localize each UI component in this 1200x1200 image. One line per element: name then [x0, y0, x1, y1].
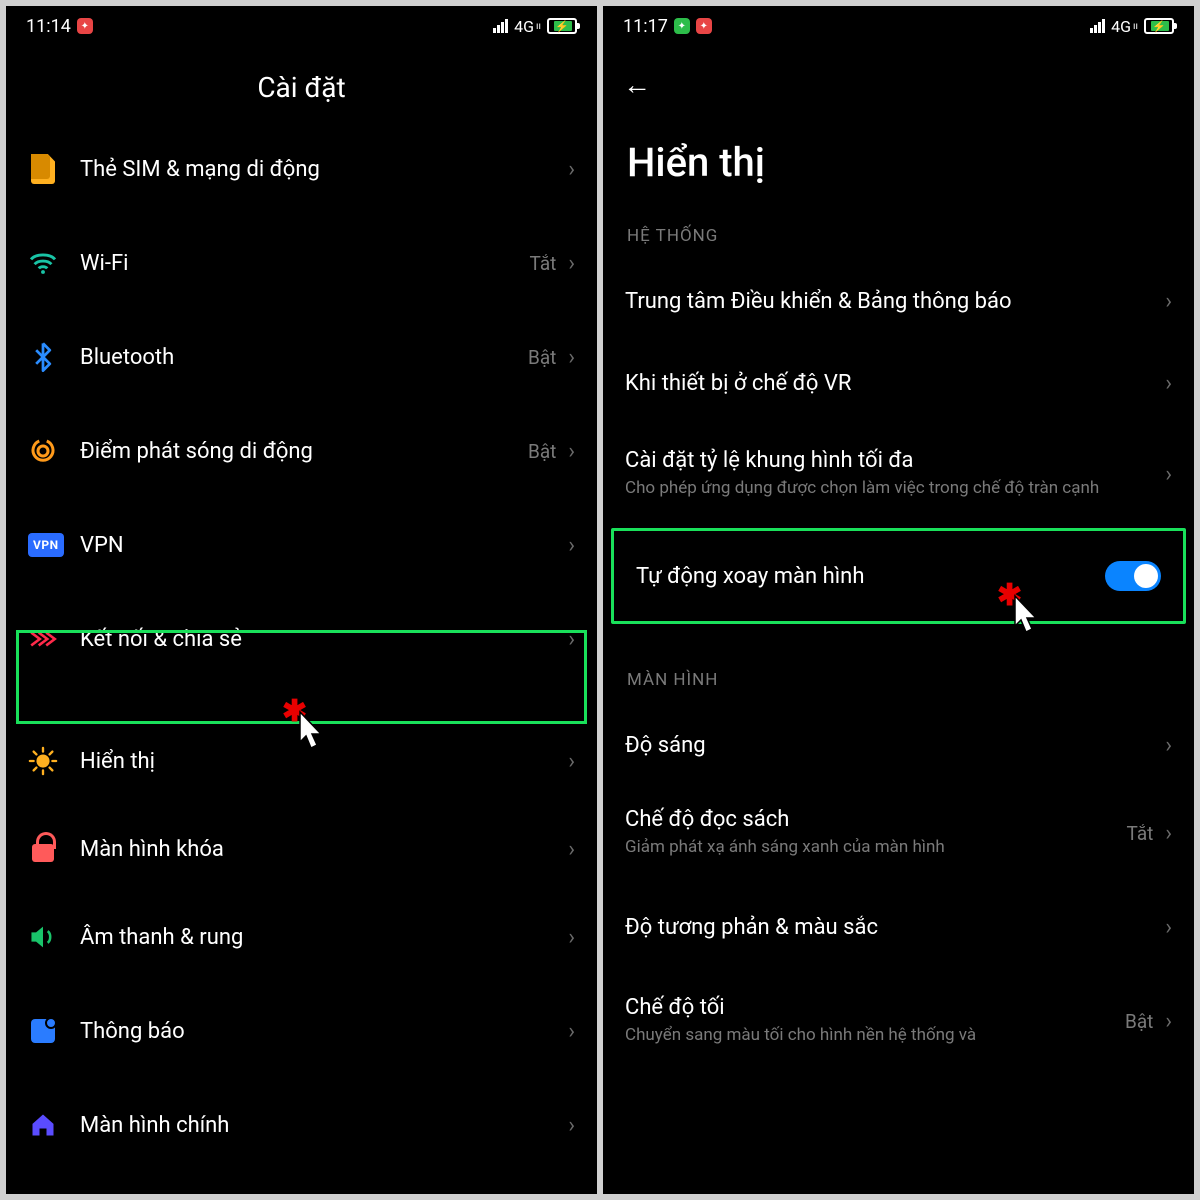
chevron-right-icon: ›	[568, 749, 575, 774]
chevron-right-icon: ›	[568, 251, 575, 276]
chevron-right-icon: ›	[568, 1113, 575, 1138]
page-title: Cài đặt	[6, 46, 597, 122]
lock-icon	[28, 834, 58, 864]
row-display[interactable]: Hiển thị ›	[6, 714, 597, 808]
chevron-right-icon: ›	[568, 533, 575, 558]
chevron-right-icon: ›	[568, 439, 575, 464]
notifications-icon	[28, 1016, 58, 1046]
chevron-right-icon: ›	[568, 345, 575, 370]
chevron-right-icon: ›	[568, 627, 575, 652]
battery-icon: ⚡	[1144, 18, 1174, 34]
bluetooth-icon	[28, 342, 58, 372]
network-type: 4G	[1111, 17, 1131, 36]
status-app-icon: ✦	[696, 18, 712, 34]
row-bluetooth[interactable]: Bluetooth Bật ›	[6, 310, 597, 404]
status-time: 11:17	[623, 16, 668, 37]
settings-list: Thẻ SIM & mạng di động › Wi-Fi Tắt › Blu…	[6, 122, 597, 1172]
brightness-icon	[28, 746, 58, 776]
network-type: 4G	[514, 17, 534, 36]
row-control-center[interactable]: Trung tâm Điều khiển & Bảng thông báo ›	[603, 260, 1194, 342]
row-hotspot[interactable]: Điểm phát sóng di động Bật ›	[6, 404, 597, 498]
chevron-right-icon: ›	[1165, 821, 1172, 846]
vpn-icon: VPN	[28, 533, 64, 557]
row-vr-mode[interactable]: Khi thiết bị ở chế độ VR ›	[603, 342, 1194, 424]
row-homescreen[interactable]: Màn hình chính ›	[6, 1078, 597, 1172]
share-icon	[28, 624, 58, 654]
chevron-right-icon: ›	[568, 925, 575, 950]
chevron-right-icon: ›	[1165, 289, 1172, 314]
row-aspect-ratio[interactable]: Cài đặt tỷ lệ khung hình tối đa Cho phép…	[603, 424, 1194, 524]
section-header-screen: MÀN HÌNH	[603, 664, 1194, 704]
row-lockscreen[interactable]: Màn hình khóa ›	[6, 808, 597, 890]
display-settings-screen: 11:17 ✦ ✦ 4G ıı ⚡ ← Hiển thị HỆ THỐNG Tr…	[603, 6, 1194, 1194]
signal-icon	[1090, 19, 1105, 33]
chevron-right-icon: ›	[568, 157, 575, 182]
status-app-icon: ✦	[674, 18, 690, 34]
chevron-right-icon: ›	[568, 1019, 575, 1044]
chevron-right-icon: ›	[1165, 915, 1172, 940]
row-vpn[interactable]: VPN VPN ›	[6, 498, 597, 592]
page-title: Hiển thị	[603, 111, 1194, 220]
signal-icon	[493, 19, 508, 33]
row-wifi[interactable]: Wi-Fi Tắt ›	[6, 216, 597, 310]
chevron-right-icon: ›	[568, 837, 575, 862]
row-auto-rotate[interactable]: Tự động xoay màn hình	[611, 528, 1186, 624]
status-time: 11:14	[26, 16, 71, 37]
row-reading-mode[interactable]: Chế độ đọc sách Giảm phát xạ ánh sáng xa…	[603, 786, 1194, 880]
chevron-right-icon: ›	[1165, 371, 1172, 396]
battery-icon: ⚡	[547, 18, 577, 34]
chevron-right-icon: ›	[1165, 1009, 1172, 1034]
row-contrast-color[interactable]: Độ tương phản & màu sắc ›	[603, 880, 1194, 974]
row-share[interactable]: Kết nối & chia sẻ ›	[6, 592, 597, 686]
home-icon	[28, 1110, 58, 1140]
status-bar: 11:17 ✦ ✦ 4G ıı ⚡	[603, 6, 1194, 46]
section-header-system: HỆ THỐNG	[603, 220, 1194, 260]
wifi-icon	[28, 248, 58, 278]
row-sim[interactable]: Thẻ SIM & mạng di động ›	[6, 122, 597, 216]
back-arrow-icon: ←	[623, 68, 651, 101]
hotspot-icon	[28, 436, 58, 466]
row-notifications[interactable]: Thông báo ›	[6, 984, 597, 1078]
sim-icon	[28, 154, 58, 184]
sound-icon	[28, 922, 58, 952]
chevron-right-icon: ›	[1165, 733, 1172, 758]
chevron-right-icon: ›	[1165, 462, 1172, 487]
row-dark-mode[interactable]: Chế độ tối Chuyển sang màu tối cho hình …	[603, 974, 1194, 1068]
status-bar: 11:14 ✦ 4G ıı ⚡	[6, 6, 597, 46]
row-sound[interactable]: Âm thanh & rung ›	[6, 890, 597, 984]
row-brightness[interactable]: Độ sáng ›	[603, 704, 1194, 786]
auto-rotate-toggle[interactable]	[1105, 561, 1161, 591]
back-button[interactable]: ←	[603, 46, 1194, 111]
status-app-icon: ✦	[77, 18, 93, 34]
settings-screen: 11:14 ✦ 4G ıı ⚡ Cài đặt Thẻ SIM & mạng d…	[6, 6, 597, 1194]
